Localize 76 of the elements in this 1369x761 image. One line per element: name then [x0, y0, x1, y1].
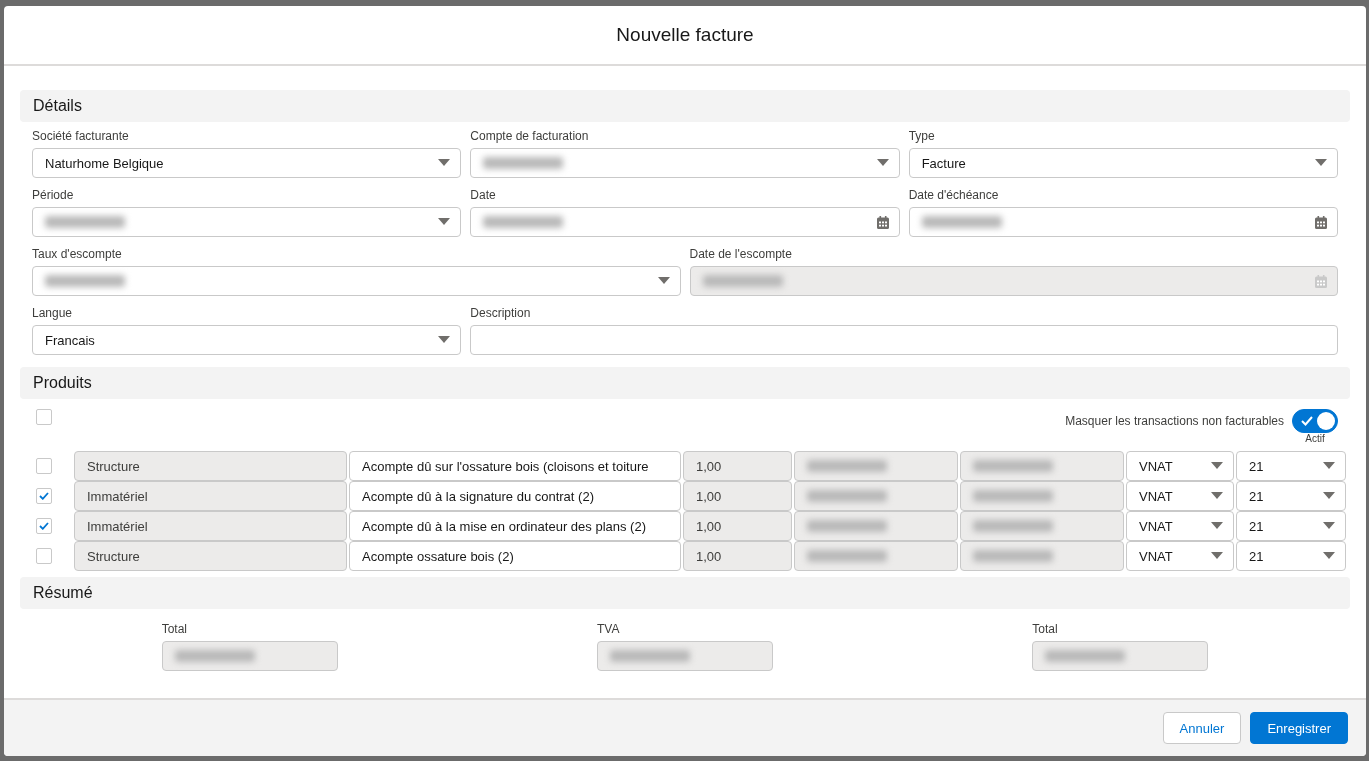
checkbox[interactable] — [36, 488, 52, 504]
check-icon — [39, 522, 49, 530]
checkbox[interactable] — [36, 409, 52, 425]
table-cell: Structure — [74, 451, 347, 481]
field-label: Société facturante — [32, 128, 129, 144]
select-field[interactable]: VNAT — [1126, 451, 1234, 481]
section-header: Produits — [20, 367, 1350, 399]
cancel-button[interactable]: Annuler — [1162, 712, 1242, 744]
select-field[interactable] — [32, 207, 462, 237]
select-field[interactable] — [470, 148, 900, 178]
caret-icon — [1323, 522, 1335, 530]
check-icon — [39, 492, 49, 500]
caret-icon — [1211, 552, 1223, 560]
check-icon — [1301, 416, 1313, 426]
checkbox[interactable] — [36, 458, 52, 474]
text-field[interactable] — [470, 325, 1338, 355]
select-field[interactable]: VNAT — [1126, 481, 1234, 511]
table-cell: Structure — [74, 541, 347, 571]
caret-icon — [1323, 552, 1335, 560]
field-label: Période — [32, 187, 74, 203]
field-label: Taux d'escompte — [32, 246, 122, 262]
calendar-icon — [1315, 274, 1327, 288]
caret-icon — [1315, 159, 1327, 167]
field-label: Total — [1032, 621, 1058, 637]
toggle-label: Masquer les transactions non facturables — [1065, 414, 1284, 428]
table-cell: Immatériel — [74, 511, 347, 541]
text-field[interactable]: Acompte dû à la mise en ordinateur des plans (2) — [349, 511, 681, 541]
dialog-title: Nouvelle facture — [616, 24, 754, 46]
table-cell: 1,00 — [683, 451, 792, 481]
toggle-status: Actif — [1305, 433, 1325, 445]
caret-icon — [1211, 522, 1223, 530]
table-cell: 1,00 — [683, 511, 792, 541]
toggle-switch[interactable] — [1292, 409, 1338, 433]
calendar-icon — [876, 215, 889, 229]
field-label: Compte de facturation — [470, 128, 589, 144]
checkbox[interactable] — [36, 548, 52, 564]
select-field[interactable]: Francais — [32, 325, 462, 355]
select-field[interactable]: VNAT — [1126, 541, 1234, 571]
select-field[interactable]: 21 — [1236, 481, 1346, 511]
date-field[interactable] — [470, 207, 900, 237]
section-header: Détails — [20, 90, 1350, 122]
select-field[interactable]: 21 — [1236, 511, 1346, 541]
caret-icon — [876, 159, 889, 167]
caret-icon — [657, 277, 670, 285]
field-label: Langue — [32, 305, 73, 321]
section-header: Résumé — [20, 577, 1350, 609]
field-label: Date de l'escompte — [689, 246, 792, 262]
table-cell: Immatériel — [74, 481, 347, 511]
select-field[interactable]: VNAT — [1126, 511, 1234, 541]
calendar-icon — [1315, 215, 1327, 229]
field-label: Date d'échéance — [908, 187, 999, 203]
select-field[interactable]: Naturhome Belgique — [32, 148, 462, 178]
caret-icon — [1323, 492, 1335, 500]
text-field[interactable]: Acompte dû à la signature du contrat (2) — [349, 481, 681, 511]
field-label: Type — [908, 128, 935, 144]
caret-icon — [438, 159, 451, 167]
table-cell: 1,00 — [683, 481, 792, 511]
select-field[interactable]: 21 — [1236, 451, 1346, 481]
save-button[interactable]: Enregistrer — [1250, 712, 1348, 744]
caret-icon — [1211, 462, 1223, 470]
table-cell: 1,00 — [683, 541, 792, 571]
caret-icon — [1323, 462, 1335, 470]
caret-icon — [1211, 492, 1223, 500]
caret-icon — [438, 336, 451, 344]
field-label: Description — [470, 305, 531, 321]
select-field[interactable] — [32, 266, 681, 296]
text-field[interactable]: Acompte ossature bois (2) — [349, 541, 681, 571]
select-field[interactable]: Facture — [908, 148, 1338, 178]
checkbox[interactable] — [36, 518, 52, 534]
caret-icon — [438, 218, 451, 226]
text-field[interactable]: Acompte dû sur l'ossature bois (cloisons et toiture — [349, 451, 681, 481]
select-field[interactable]: 21 — [1236, 541, 1346, 571]
field-label: TVA — [597, 621, 620, 637]
field-label: Date — [470, 187, 496, 203]
date-field[interactable] — [908, 207, 1338, 237]
field-label: Total — [161, 621, 187, 637]
